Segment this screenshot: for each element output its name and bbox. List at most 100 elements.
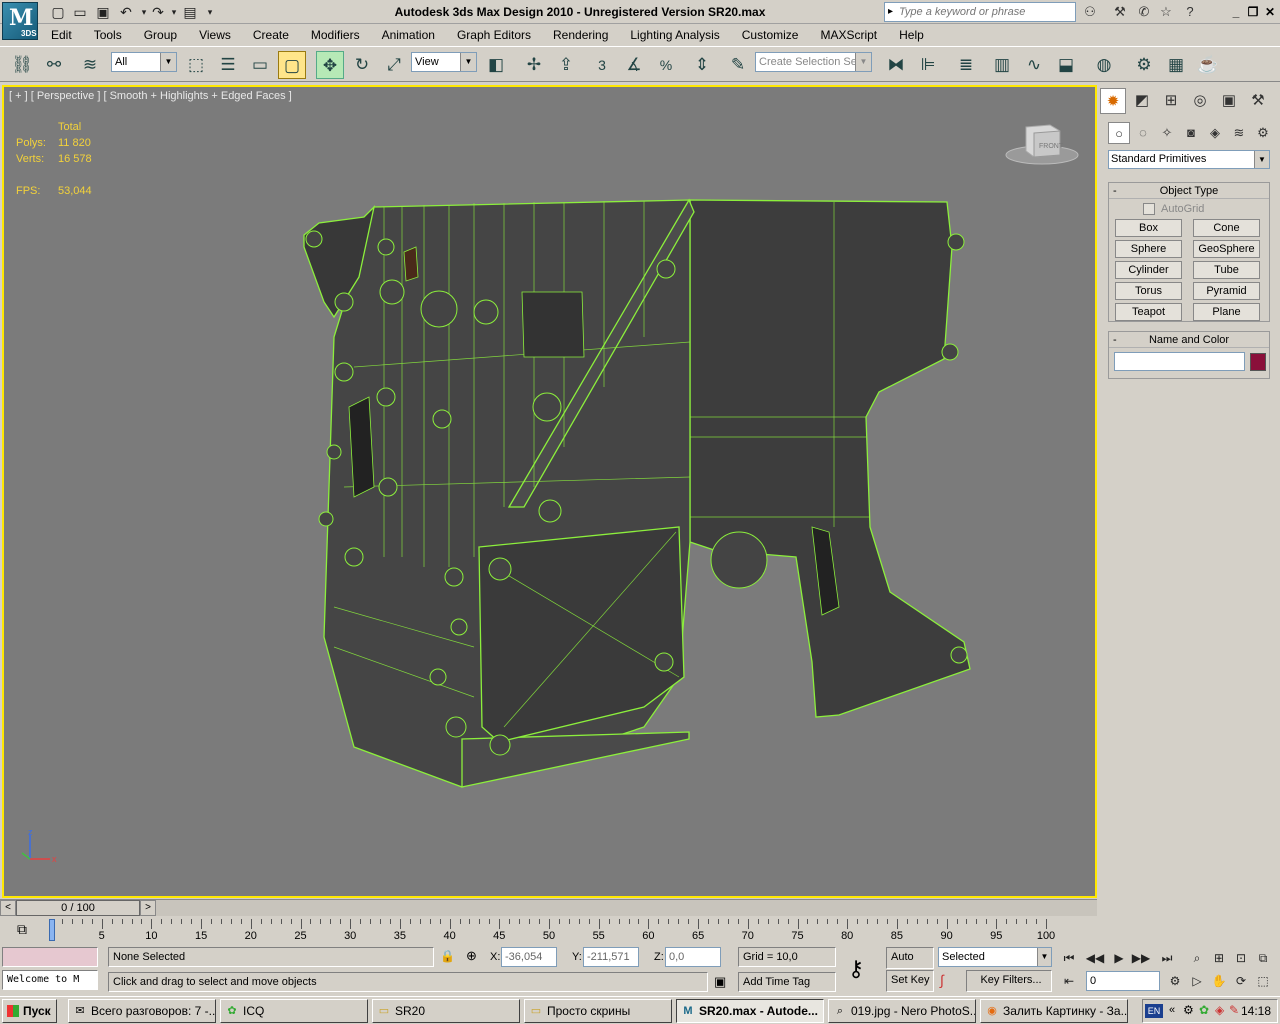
systems-icon[interactable]: ⚙ xyxy=(1252,122,1274,144)
y-coordinate-field[interactable]: -211,571 xyxy=(583,947,639,967)
icq-tray-icon[interactable]: ✿ xyxy=(1199,1003,1209,1017)
favorites-star-icon[interactable]: ☆ xyxy=(1156,3,1176,21)
current-frame-marker[interactable] xyxy=(49,919,55,941)
x-coordinate-field[interactable]: -36,054 xyxy=(501,947,557,967)
menu-group[interactable]: Group xyxy=(133,25,188,45)
close-icon[interactable]: ✕ xyxy=(1262,4,1278,20)
current-frame-field[interactable]: 0 xyxy=(1086,971,1160,991)
maxscript-listener-mini[interactable] xyxy=(2,947,98,967)
help-icon[interactable]: ? xyxy=(1180,3,1200,21)
taskbar-item[interactable]: ▭ Просто скрины xyxy=(524,999,672,1023)
mirror-icon[interactable]: ⧓ xyxy=(882,51,910,79)
render-setup-icon[interactable]: ⚙ xyxy=(1130,51,1158,79)
mini-curve-editor-icon[interactable]: ⧉ xyxy=(8,921,36,941)
cylinder-button[interactable]: Cylinder xyxy=(1115,261,1182,279)
tube-button[interactable]: Tube xyxy=(1193,261,1260,279)
orbit-icon[interactable]: ⟳ xyxy=(1230,971,1252,991)
search-input[interactable] xyxy=(899,3,1074,21)
menu-modifiers[interactable]: Modifiers xyxy=(300,25,371,45)
quick-access-dropdown-icon[interactable]: ▾ xyxy=(200,3,220,21)
communication-center-icon[interactable]: ✆ xyxy=(1134,3,1154,21)
set-key-button[interactable]: Set Key xyxy=(886,970,934,992)
window-crossing-icon[interactable]: ▢ xyxy=(278,51,306,79)
maxscript-output[interactable]: Welcome to M xyxy=(2,970,98,990)
menu-animation[interactable]: Animation xyxy=(371,25,446,45)
render-production-icon[interactable]: ☕ xyxy=(1194,51,1222,79)
pyramid-button[interactable]: Pyramid xyxy=(1193,282,1260,300)
angle-snap-icon[interactable]: ∡ xyxy=(620,51,648,79)
key-mode-dropdown[interactable]: Selected ▼ xyxy=(938,947,1052,967)
new-file-icon[interactable]: ▢ xyxy=(48,3,68,21)
time-slider[interactable]: < 0 / 100 > xyxy=(0,899,1097,916)
utilities-tab-icon[interactable]: ⚒ xyxy=(1245,88,1271,114)
hierarchy-tab-icon[interactable]: ⊞ xyxy=(1158,88,1184,114)
bind-space-warp-icon[interactable]: ≋ xyxy=(76,51,104,79)
edit-named-selection-icon[interactable]: ✎ xyxy=(724,51,752,79)
time-slider-thumb[interactable]: 0 / 100 xyxy=(16,900,140,916)
schematic-view-icon[interactable]: ⬓ xyxy=(1052,51,1080,79)
display-tab-icon[interactable]: ▣ xyxy=(1216,88,1242,114)
next-frame-icon[interactable]: ▶▶ xyxy=(1130,948,1152,968)
time-tag-icon[interactable]: ▣ xyxy=(714,974,726,990)
zoom-all-icon[interactable]: ⊞ xyxy=(1208,948,1230,968)
minimize-icon[interactable]: _ xyxy=(1228,4,1244,20)
menu-tools[interactable]: Tools xyxy=(83,25,133,45)
rectangular-selection-icon[interactable]: ▭ xyxy=(246,51,274,79)
antivirus-icon[interactable]: ◈ xyxy=(1215,1003,1224,1017)
sphere-button[interactable]: Sphere xyxy=(1115,240,1182,258)
menu-edit[interactable]: Edit xyxy=(40,25,83,45)
rollout-header[interactable]: - Object Type xyxy=(1109,183,1269,199)
select-by-name-icon[interactable]: ☰ xyxy=(214,51,242,79)
selection-filter-dropdown[interactable]: All ▼ xyxy=(111,52,177,72)
align-icon[interactable]: ⊫ xyxy=(914,51,942,79)
object-color-swatch[interactable] xyxy=(1250,353,1266,371)
spinner-snap-icon[interactable]: ⇕ xyxy=(688,51,716,79)
rollout-header[interactable]: - Name and Color xyxy=(1109,332,1269,348)
previous-frame-icon[interactable]: ◀◀ xyxy=(1084,948,1106,968)
graphite-modeling-icon[interactable]: ▥ xyxy=(988,51,1016,79)
restore-icon[interactable]: ❐ xyxy=(1245,4,1261,20)
space-warps-icon[interactable]: ≋ xyxy=(1228,122,1250,144)
perspective-viewport[interactable]: [ + ] [ Perspective ] [ Smooth + Highlig… xyxy=(2,85,1097,898)
select-and-scale-icon[interactable]: ⤢ xyxy=(380,51,408,79)
track-bar[interactable]: ⧉ 05101520253035404550556065707580859095… xyxy=(0,917,1280,945)
viewport-label[interactable]: [ + ] [ Perspective ] [ Smooth + Highlig… xyxy=(9,90,292,102)
geosphere-button[interactable]: GeoSphere xyxy=(1193,240,1260,258)
menu-views[interactable]: Views xyxy=(188,25,242,45)
go-to-start-icon[interactable]: ⏮ xyxy=(1058,948,1080,968)
zoom-extents-icon[interactable]: ⊡ xyxy=(1230,948,1252,968)
named-selection-sets-dropdown[interactable]: Create Selection Se ▼ xyxy=(755,52,872,72)
lock-selection-icon[interactable]: 🔒 xyxy=(440,949,455,963)
go-to-end-icon[interactable]: ⏭ xyxy=(1156,948,1178,968)
network-icon[interactable]: ⚙ xyxy=(1183,1003,1194,1017)
rendered-frame-window-icon[interactable]: ▦ xyxy=(1162,51,1190,79)
shapes-icon[interactable]: ◌ xyxy=(1132,122,1154,144)
pan-view-icon[interactable]: ✋ xyxy=(1208,971,1230,991)
menu-create[interactable]: Create xyxy=(242,25,300,45)
category-dropdown[interactable]: Standard Primitives ▼ xyxy=(1108,150,1270,169)
undo-icon[interactable]: ↶ xyxy=(116,3,136,21)
default-tangent-icon[interactable]: ∫ xyxy=(940,972,944,988)
select-object-icon[interactable]: ⬚ xyxy=(182,51,210,79)
key-filters-button[interactable]: Key Filters... xyxy=(966,970,1052,992)
add-time-tag-button[interactable]: Add Time Tag xyxy=(738,972,836,992)
layer-manager-icon[interactable]: ≣ xyxy=(952,51,980,79)
object-name-input[interactable] xyxy=(1114,352,1245,371)
helpers-icon[interactable]: ◈ xyxy=(1204,122,1226,144)
taskbar-item[interactable]: ✿ ICQ xyxy=(220,999,368,1023)
taskbar-item[interactable]: ✉ Всего разговоров: 7 -... xyxy=(68,999,216,1023)
taskbar-item[interactable]: ▭ SR20 xyxy=(372,999,520,1023)
material-editor-icon[interactable]: ◍ xyxy=(1090,51,1118,79)
pivot-center-icon[interactable]: ◧ xyxy=(482,51,510,79)
snaps-toggle-icon[interactable]: 3 xyxy=(588,51,616,79)
set-key-mode-key-icon[interactable]: ⚷ xyxy=(848,956,864,982)
curve-editor-icon[interactable]: ∿ xyxy=(1020,51,1048,79)
binoculars-icon[interactable]: ⚇ xyxy=(1080,3,1100,21)
zoom-icon[interactable]: ⌕ xyxy=(1186,948,1208,968)
torus-button[interactable]: Torus xyxy=(1115,282,1182,300)
next-frame-arrow-icon[interactable]: > xyxy=(140,900,156,916)
key-mode-toggle-icon[interactable]: ⇤ xyxy=(1058,971,1080,991)
search-box[interactable]: ▸ xyxy=(884,2,1076,22)
play-icon[interactable]: ▶ xyxy=(1108,948,1130,968)
select-and-rotate-icon[interactable]: ↻ xyxy=(348,51,376,79)
